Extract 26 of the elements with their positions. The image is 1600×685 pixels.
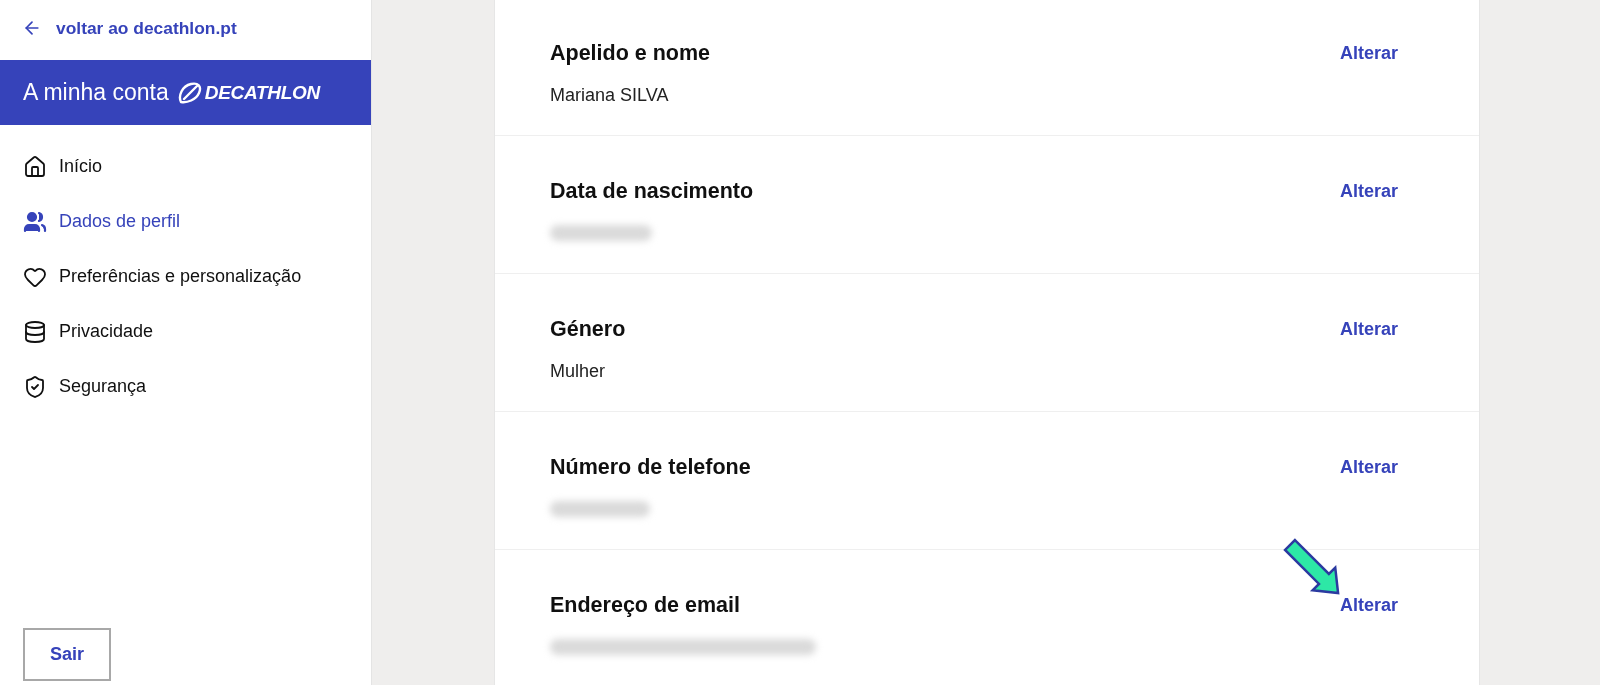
brand-wordmark: DECATHLON <box>204 81 320 104</box>
nav-item[interactable]: Privacidade <box>0 304 162 359</box>
nav-item[interactable]: Segurança <box>0 359 155 414</box>
home-icon <box>23 154 47 179</box>
shield-check-icon <box>23 374 47 399</box>
back-link[interactable]: voltar ao decathlon.pt <box>0 0 243 58</box>
edit-link[interactable]: Alterar <box>1339 42 1398 64</box>
nav-item[interactable]: Dados de perfil <box>0 194 189 249</box>
edit-link[interactable]: Alterar <box>1339 456 1398 478</box>
field-label: Endereço de email <box>550 592 740 618</box>
database-icon <box>23 319 47 344</box>
nav-item[interactable]: Preferências e personalização <box>0 249 310 304</box>
logo-mark-icon <box>177 81 202 104</box>
field-label: Género <box>550 316 626 342</box>
field-label: Data de nascimento <box>550 178 754 204</box>
nav-item[interactable]: Início <box>0 139 111 194</box>
edit-link[interactable]: Alterar <box>1339 180 1398 202</box>
account-title: A minha conta <box>23 79 169 106</box>
field-value: Mulher <box>550 360 606 382</box>
users-icon <box>23 209 47 234</box>
field-label: Apelido e nome <box>550 40 711 66</box>
edit-link[interactable]: Alterar <box>1339 318 1398 340</box>
field-value: Mariana SILVA <box>550 84 669 106</box>
field-label: Número de telefone <box>550 454 751 480</box>
logout-button[interactable]: Sair <box>23 628 111 681</box>
edit-link[interactable]: Alterar <box>1339 594 1398 616</box>
